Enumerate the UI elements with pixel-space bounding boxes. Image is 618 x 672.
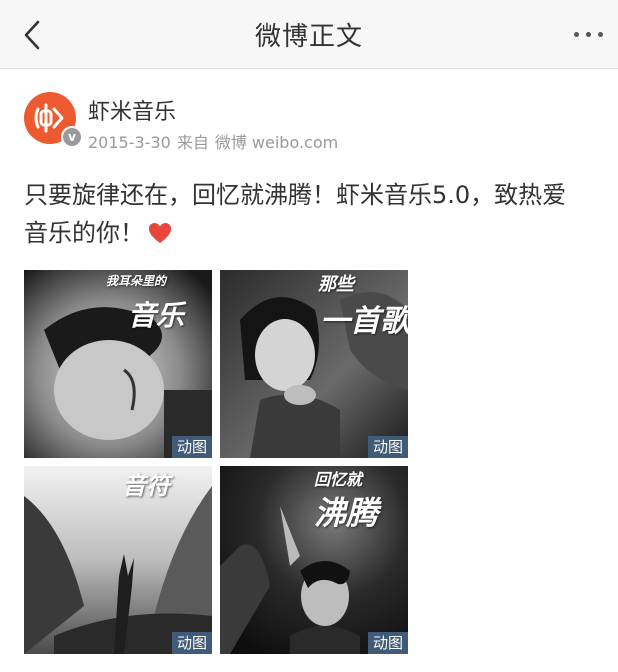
post-text-line: 只要旋律还在，回忆就沸腾！虾米音乐5.0，致热爱 bbox=[24, 181, 567, 209]
gif-badge: 动图 bbox=[172, 632, 212, 654]
gif-thumbnail[interactable]: 我耳朵里的 音乐 动图 bbox=[24, 270, 212, 458]
image-overlay-caption: 那些 bbox=[318, 274, 354, 295]
image-overlay-title: 一首歌 bbox=[320, 304, 408, 339]
gif-badge: 动图 bbox=[368, 632, 408, 654]
post-date: 2015-3-30 bbox=[88, 133, 171, 152]
gif-thumbnail[interactable]: 回忆就 沸腾 动图 bbox=[220, 466, 408, 654]
gif-thumbnail[interactable]: 那些 一首歌 动图 bbox=[220, 270, 408, 458]
image-grid: 我耳朵里的 音乐 动图 那些 一首歌 动图 音符 动图 回忆就 沸腾 动图 bbox=[24, 270, 408, 654]
more-button[interactable] bbox=[566, 14, 610, 54]
more-dots-icon bbox=[586, 32, 591, 37]
image-overlay-title: 音乐 bbox=[128, 299, 185, 332]
author-name[interactable]: 虾米音乐 bbox=[88, 94, 176, 126]
post-text: 只要旋律还在，回忆就沸腾！虾米音乐5.0，致热爱 音乐的你！ bbox=[24, 176, 599, 252]
more-dots-icon bbox=[598, 32, 603, 37]
post-source: 微博 weibo.com bbox=[214, 133, 339, 152]
post-text-segment: 音乐的你！ bbox=[24, 219, 144, 247]
more-dots-icon bbox=[574, 32, 579, 37]
image-overlay-title: 音符 bbox=[122, 471, 170, 500]
image-overlay-caption: 回忆就 bbox=[314, 470, 363, 489]
gif-badge: 动图 bbox=[172, 436, 212, 458]
gif-badge: 动图 bbox=[368, 436, 408, 458]
nav-bar: 微博正文 bbox=[0, 0, 618, 69]
verified-badge: v bbox=[61, 126, 83, 148]
image-overlay-caption: 我耳朵里的 bbox=[106, 274, 167, 288]
post-author: v 虾米音乐 2015-3-30 来自 微博 weibo.com bbox=[24, 92, 594, 152]
post-text-line: 音乐的你！ bbox=[24, 214, 599, 252]
gif-thumbnail[interactable]: 音符 动图 bbox=[24, 466, 212, 654]
source-prefix: 来自 bbox=[176, 133, 209, 152]
red-heart-icon bbox=[149, 223, 171, 243]
photo-mountain-road bbox=[24, 466, 212, 654]
image-overlay-title: 沸腾 bbox=[314, 494, 379, 532]
post-meta: 2015-3-30 来自 微博 weibo.com bbox=[88, 129, 344, 153]
page-title: 微博正文 bbox=[254, 22, 363, 52]
